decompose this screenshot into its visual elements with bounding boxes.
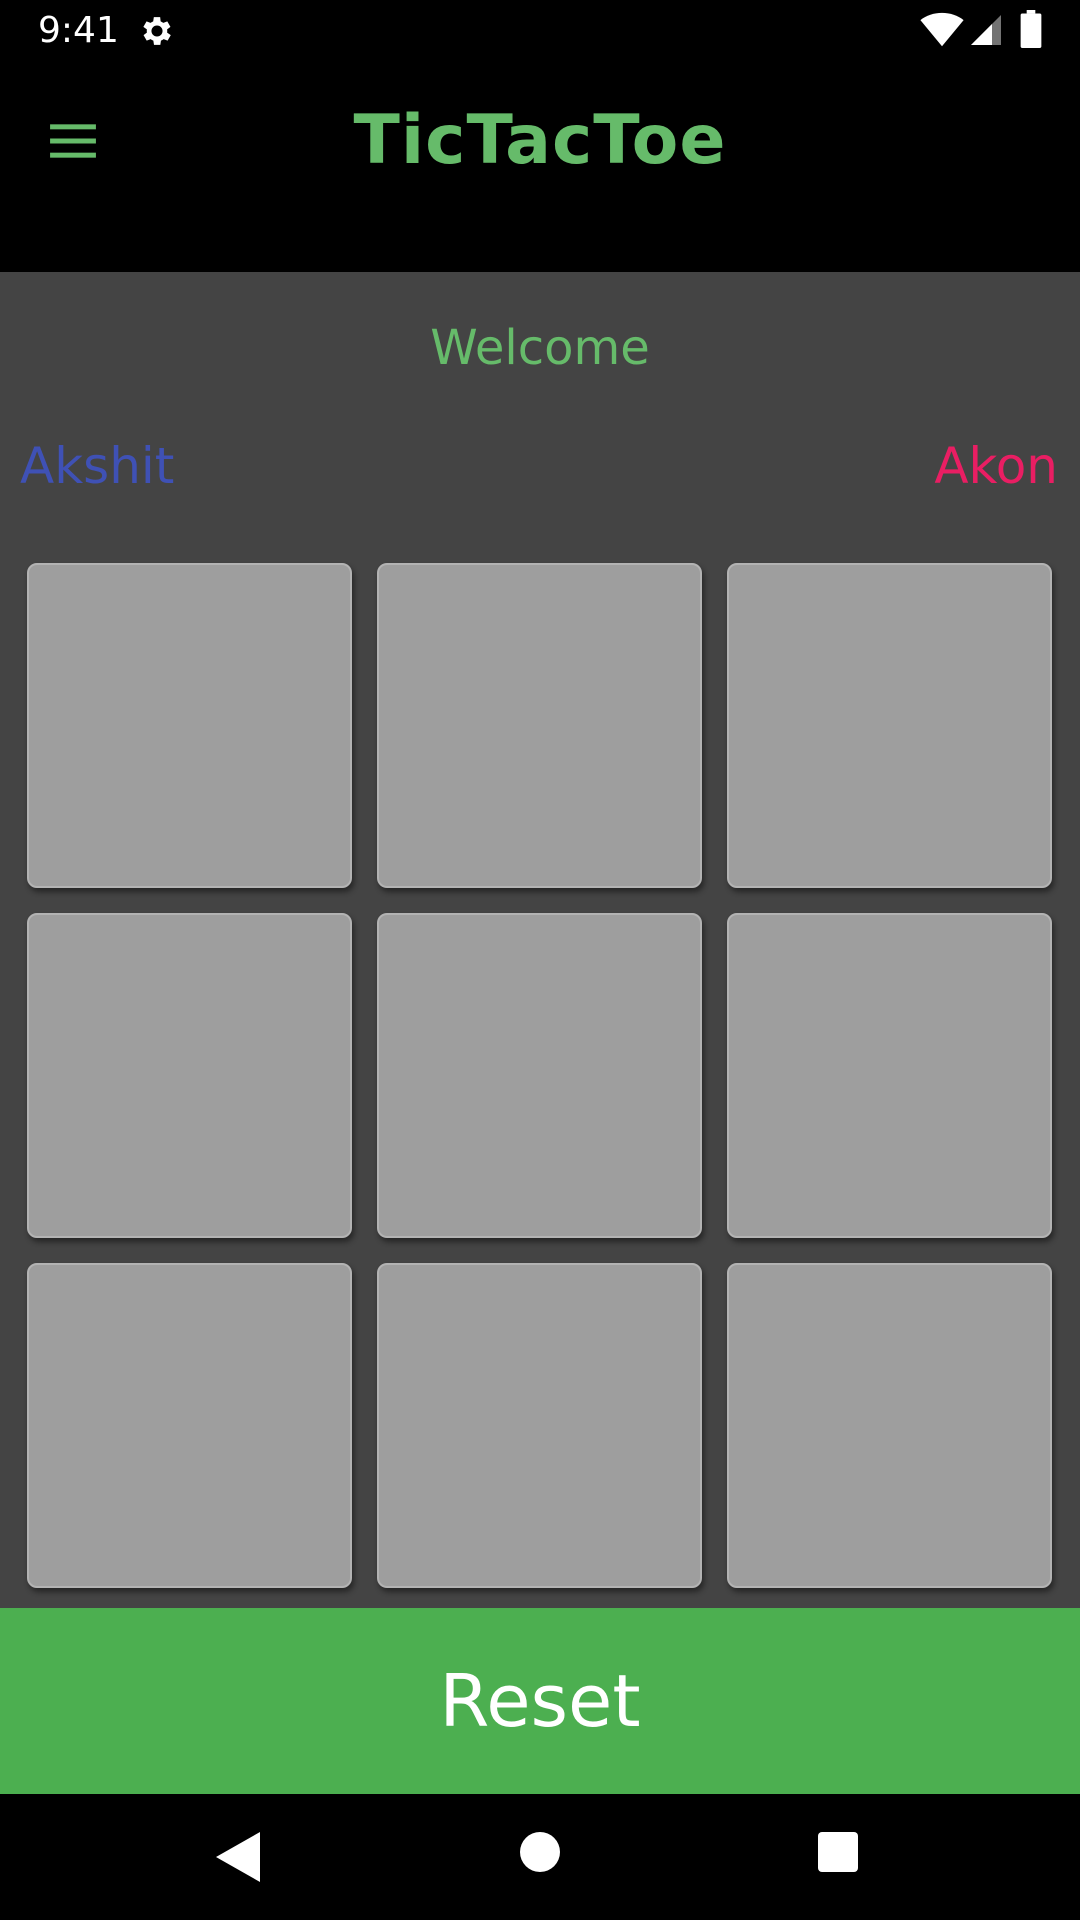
home-icon[interactable] [520, 1832, 560, 1872]
board-cell[interactable] [727, 913, 1052, 1238]
board-cell[interactable] [377, 1263, 702, 1588]
nav-bar [0, 1794, 1080, 1920]
board-cell[interactable] [377, 913, 702, 1238]
board-cell[interactable] [727, 1263, 1052, 1588]
battery-icon [1020, 10, 1042, 48]
board-cell[interactable] [27, 563, 352, 888]
status-bar: 9:41 [0, 0, 1080, 63]
wifi-icon [920, 12, 964, 47]
player2-name: Akon [934, 437, 1058, 495]
recents-icon[interactable] [818, 1832, 858, 1872]
board-cell[interactable] [377, 563, 702, 888]
gear-icon [143, 17, 171, 45]
board-cell[interactable] [27, 1263, 352, 1588]
welcome-text: Welcome [430, 320, 650, 376]
player1-name: Akshit [20, 437, 175, 495]
reset-button[interactable]: Reset [0, 1608, 1080, 1794]
game-screen: Welcome Akshit Akon [0, 272, 1080, 1608]
app-title: TicTacToe [353, 101, 727, 180]
signal-icon [971, 15, 1001, 45]
status-time: 9:41 [38, 10, 119, 51]
board-cell[interactable] [27, 913, 352, 1238]
app-bar: TicTacToe [0, 63, 1080, 272]
board-cell[interactable] [727, 563, 1052, 888]
back-icon[interactable] [216, 1832, 260, 1882]
